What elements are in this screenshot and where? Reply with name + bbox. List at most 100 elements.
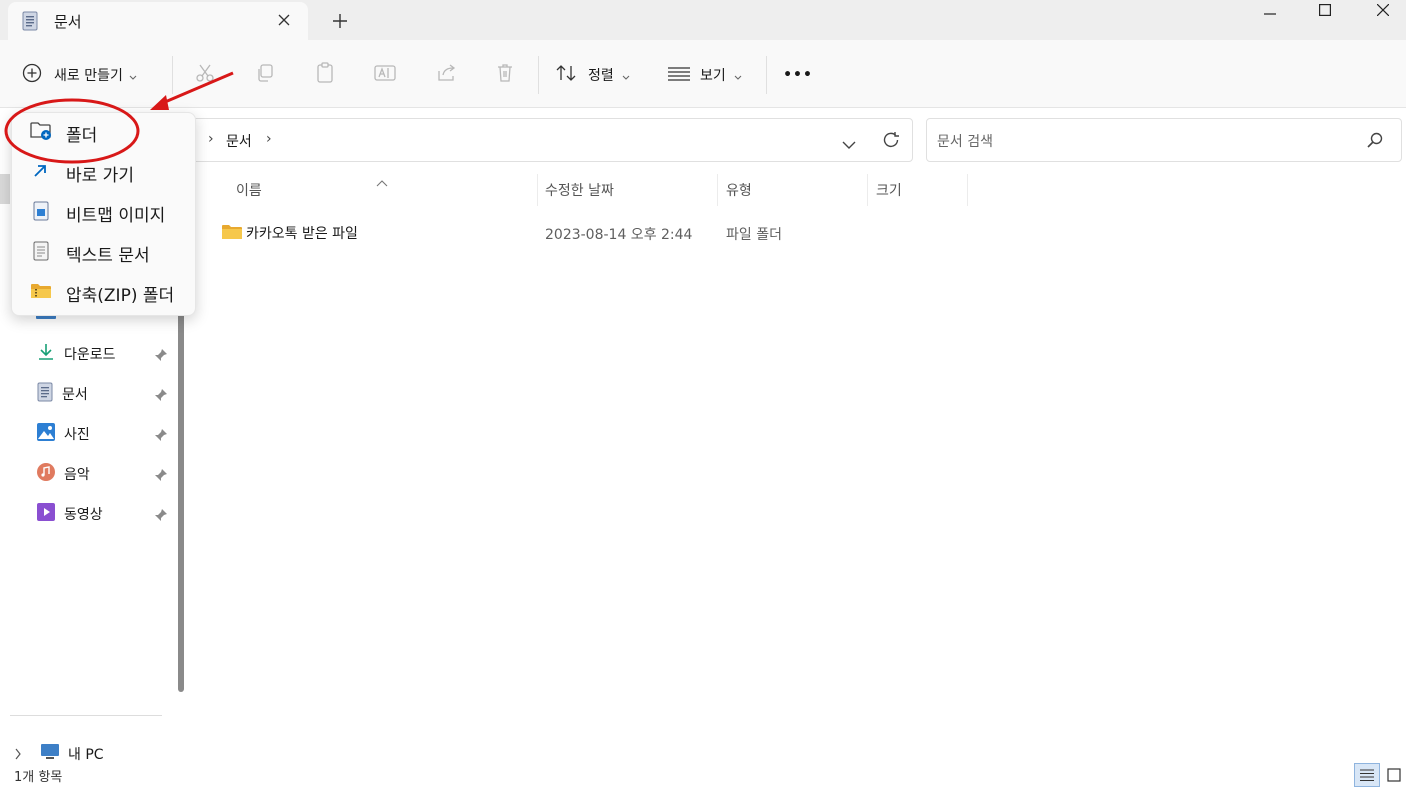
column-divider[interactable] xyxy=(717,174,718,206)
new-button[interactable]: 새로 만들기 xyxy=(22,58,158,92)
document-icon xyxy=(36,382,54,406)
toolbar-separator xyxy=(766,56,767,94)
minimize-icon[interactable] xyxy=(1247,0,1293,20)
plus-icon[interactable] xyxy=(328,9,352,33)
sort-ascending-icon xyxy=(376,172,388,191)
column-header-type[interactable]: 유형 xyxy=(726,180,752,200)
file-type: 파일 폴더 xyxy=(726,227,782,243)
sidebar-item-label: 음악 xyxy=(64,467,90,483)
column-header-name[interactable]: 이름 xyxy=(236,180,262,200)
refresh-icon[interactable] xyxy=(882,131,900,153)
add-circle-icon xyxy=(22,63,42,87)
maximize-icon[interactable] xyxy=(1302,0,1348,20)
rename-button[interactable] xyxy=(370,58,400,92)
chevron-down-icon xyxy=(734,66,742,85)
search-box[interactable]: 문서 검색 xyxy=(926,118,1402,162)
sidebar-item-label: 사진 xyxy=(64,427,90,443)
menu-item-label: 비트맵 이미지 xyxy=(66,205,166,226)
pictures-icon xyxy=(36,422,56,446)
menu-item-bitmap[interactable]: 비트맵 이미지 xyxy=(30,195,200,231)
search-icon[interactable] xyxy=(1367,132,1383,152)
tiles-view-icon[interactable] xyxy=(1386,767,1402,783)
more-options-button[interactable]: ••• xyxy=(782,58,814,92)
document-icon xyxy=(22,11,38,35)
table-row[interactable]: 카카오톡 받은 파일 2023-08-14 오후 2:44 파일 폴더 xyxy=(216,218,976,246)
search-placeholder: 문서 검색 xyxy=(937,134,993,150)
column-divider[interactable] xyxy=(537,174,538,206)
menu-item-label: 압축(ZIP) 폴더 xyxy=(66,285,175,306)
toolbar-separator xyxy=(538,56,539,94)
video-icon xyxy=(36,502,56,526)
view-button-label: 보기 xyxy=(700,68,726,84)
zip-folder-icon xyxy=(30,281,52,305)
menu-item-shortcut[interactable]: 바로 가기 xyxy=(30,155,200,191)
file-modified: 2023-08-14 오후 2:44 xyxy=(545,227,693,243)
sidebar-item-label: 내 PC xyxy=(68,747,104,763)
scissors-icon xyxy=(195,63,215,87)
chevron-down-icon xyxy=(622,66,630,85)
pin-icon[interactable] xyxy=(154,427,168,441)
delete-button[interactable] xyxy=(490,58,520,92)
tab-title: 문서 xyxy=(54,13,82,31)
menu-item-label: 바로 가기 xyxy=(66,165,134,186)
shortcut-icon xyxy=(30,161,52,185)
sidebar-divider xyxy=(10,715,162,716)
status-bar: 1개 항목 xyxy=(0,762,1406,788)
share-button[interactable] xyxy=(432,58,462,92)
sort-button-label: 정렬 xyxy=(588,68,614,84)
trash-icon xyxy=(495,63,515,87)
menu-item-folder[interactable]: 폴더 xyxy=(30,115,200,151)
sort-button[interactable]: 정렬 xyxy=(556,58,638,92)
breadcrumb-documents[interactable]: 문서 xyxy=(226,131,252,151)
new-folder-icon xyxy=(30,121,52,145)
share-icon xyxy=(436,63,458,87)
menu-item-label: 텍스트 문서 xyxy=(66,245,150,266)
sidebar-selection-indicator xyxy=(0,174,10,204)
file-name: 카카오톡 받은 파일 xyxy=(246,226,358,242)
pin-icon[interactable] xyxy=(154,467,168,481)
breadcrumb-separator: › xyxy=(208,131,214,147)
toolbar-separator xyxy=(172,56,173,94)
menu-item-zip-folder[interactable]: 압축(ZIP) 폴더 xyxy=(30,275,200,311)
pin-icon[interactable] xyxy=(154,387,168,401)
chevron-down-icon[interactable] xyxy=(842,135,856,154)
folder-icon xyxy=(222,224,242,244)
new-item-menu: 폴더 바로 가기 비트맵 이미지 텍스트 문서 압축(ZIP) 폴더 xyxy=(11,112,196,316)
sidebar-item-label: 문서 xyxy=(62,387,88,403)
text-document-icon xyxy=(30,241,52,265)
column-header-size[interactable]: 크기 xyxy=(876,180,902,200)
column-divider[interactable] xyxy=(967,174,968,206)
sidebar-scrollbar[interactable] xyxy=(178,308,184,692)
sort-icon xyxy=(556,64,576,86)
bitmap-icon xyxy=(30,201,52,225)
column-header-modified[interactable]: 수정한 날짜 xyxy=(545,180,614,200)
item-count: 1개 항목 xyxy=(14,770,63,785)
menu-item-text-document[interactable]: 텍스트 문서 xyxy=(30,235,200,271)
download-icon xyxy=(36,342,56,366)
clipboard-icon xyxy=(315,62,335,88)
menu-item-label: 폴더 xyxy=(66,125,98,146)
details-view-icon[interactable] xyxy=(1354,763,1380,787)
copy-button[interactable] xyxy=(250,58,280,92)
paste-button[interactable] xyxy=(310,58,340,92)
view-button[interactable]: 보기 xyxy=(668,58,748,92)
cut-button[interactable] xyxy=(190,58,220,92)
chevron-down-icon xyxy=(129,66,137,85)
column-divider[interactable] xyxy=(867,174,868,206)
music-icon xyxy=(36,462,56,486)
window-close-icon[interactable] xyxy=(1360,0,1406,20)
pin-icon[interactable] xyxy=(154,347,168,361)
sidebar-item-label: 동영상 xyxy=(64,507,103,523)
tab-documents[interactable]: 문서 xyxy=(8,2,308,42)
breadcrumb-chevron[interactable]: › xyxy=(266,131,272,147)
more-icon: ••• xyxy=(783,67,813,83)
rename-icon xyxy=(374,63,396,87)
pin-icon[interactable] xyxy=(154,507,168,521)
sidebar-item-label: 다운로드 xyxy=(64,347,116,363)
address-bar[interactable]: › 문서 › xyxy=(185,118,913,162)
list-view-icon xyxy=(668,66,690,85)
chevron-right-icon[interactable] xyxy=(14,745,22,764)
close-icon[interactable] xyxy=(272,8,296,32)
copy-icon xyxy=(255,63,275,87)
new-button-label: 새로 만들기 xyxy=(54,68,123,84)
